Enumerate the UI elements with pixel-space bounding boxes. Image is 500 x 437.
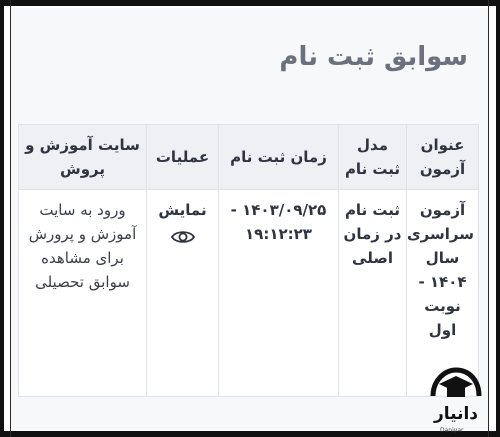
header-registration-model: مدل ثبت نام	[338, 124, 407, 190]
show-button[interactable]: نمایش	[151, 198, 214, 252]
watermark-text: دانیار	[433, 404, 479, 424]
page-title: سوابق ثبت نام	[279, 42, 468, 72]
cell-registration-time: ۱۴۰۳/۰۹/۲۵ - ۱۹:۱۲:۲۳	[218, 189, 339, 397]
show-label: نمایش	[158, 201, 207, 219]
watermark-subtext: Daniyar	[440, 427, 464, 434]
table-header-row: عنوان آزمون مدل ثبت نام زمان ثبت نام عمل…	[18, 124, 479, 190]
registration-history-table: عنوان آزمون مدل ثبت نام زمان ثبت نام عمل…	[18, 124, 479, 397]
cell-operations: نمایش	[146, 189, 219, 397]
cell-education-site: ورود به سایت آموزش و پرورش برای مشاهده س…	[18, 189, 147, 397]
table-row: آزمون سراسری سال ۱۴۰۴ - نوبت اول ثبت نام…	[18, 189, 479, 397]
header-education-site: سایت آموزش و پروش	[18, 124, 147, 190]
header-exam-title: عنوان آزمون	[406, 124, 479, 190]
eye-icon	[170, 228, 195, 252]
header-operations: عملیات	[146, 124, 219, 190]
cell-registration-model: ثبت نام در زمان اصلی	[338, 189, 407, 397]
right-divider	[488, 0, 489, 437]
header-registration-time: زمان ثبت نام	[218, 124, 339, 190]
